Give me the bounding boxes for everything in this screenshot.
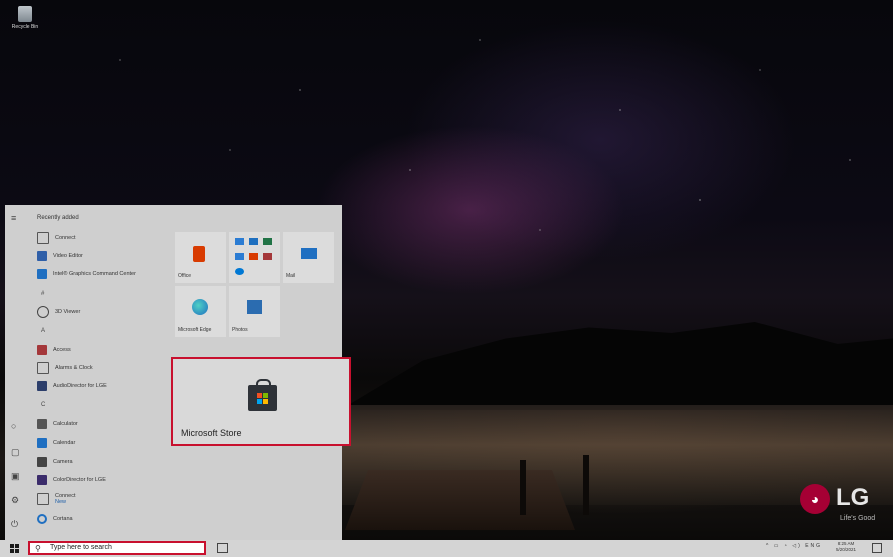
calculator-icon (37, 419, 47, 429)
app-item-calendar[interactable]: Calendar (37, 436, 75, 450)
recycle-bin-icon (18, 6, 32, 22)
tile-office[interactable]: Office (175, 232, 226, 283)
app-item-alarms-clock[interactable]: Alarms & Clock (37, 361, 93, 375)
taskbar: ⚲ Type here to search ^ ▭ ◔ ◁) ENG 8:25 … (0, 540, 893, 557)
recycle-bin-label: Recycle Bin (11, 24, 39, 30)
app-item-label: Video Editor (53, 253, 83, 259)
app-item-label: 3D Viewer (55, 309, 81, 315)
app-item-colordirector[interactable]: ColorDirector for LGE (37, 473, 106, 487)
taskbar-search-box[interactable]: ⚲ Type here to search (28, 541, 206, 555)
app-item-label: Camera (53, 459, 73, 465)
documents-icon[interactable]: ▢ (11, 447, 20, 458)
tile-microsoft-store[interactable]: Microsoft Store (171, 357, 351, 446)
section-letter-hash[interactable]: # (41, 291, 44, 297)
chevron-up-icon[interactable]: ^ (766, 543, 770, 549)
app-item-label: Alarms & Clock (55, 365, 93, 371)
app-item-calculator[interactable]: Calculator (37, 417, 78, 431)
start-menu-rail: ≡ ○ ▢ ▣ ⚙ ⏻ (5, 205, 27, 540)
app-item-intel-graphics[interactable]: Intel® Graphics Command Center (37, 267, 136, 281)
tile-photos[interactable]: Photos (229, 286, 280, 337)
app-item-label: Cortana (53, 516, 73, 522)
lg-logo: ◕ LG Life's Good (800, 482, 890, 527)
edge-icon (192, 299, 208, 315)
pier (345, 470, 575, 530)
volume-icon[interactable]: ◁) (792, 543, 802, 549)
tile-microsoft-edge[interactable]: Microsoft Edge (175, 286, 226, 337)
tile-label: Office (178, 273, 191, 279)
app-item-3d-viewer[interactable]: 3D Viewer (37, 305, 80, 319)
app-item-label: ColorDirector for LGE (53, 477, 106, 483)
settings-gear-icon[interactable]: ⚙ (11, 495, 19, 506)
audiodirector-icon (37, 381, 47, 391)
app-item-cortana[interactable]: Cortana (37, 512, 73, 526)
pictures-icon[interactable]: ▣ (11, 471, 20, 482)
3d-viewer-icon (37, 306, 49, 318)
task-view-icon[interactable] (217, 543, 228, 553)
office-apps-icon (235, 238, 275, 278)
connect-icon (37, 232, 49, 244)
app-item-connect[interactable]: Connect (37, 231, 76, 245)
clock-date: 5/20/2021 (836, 547, 857, 552)
colordirector-icon (37, 475, 47, 485)
language-indicator[interactable]: ENG (805, 543, 822, 549)
system-tray[interactable]: ^ ▭ ◔ ◁) ENG (766, 543, 822, 549)
tile-office-apps[interactable] (229, 232, 280, 283)
app-item-label: Calculator (53, 421, 78, 427)
screen: Recycle Bin ◕ LG Life's Good ≡ ○ ▢ ▣ ⚙ ⏻… (0, 0, 893, 557)
section-letter-c[interactable]: C (41, 402, 45, 408)
pier-post (520, 460, 526, 515)
lg-tagline: Life's Good (840, 515, 876, 522)
app-item-connect-new[interactable]: Connect New (37, 490, 76, 508)
app-item-label: AudioDirector for LGE (53, 383, 107, 389)
notification-icon[interactable] (872, 543, 882, 553)
clock[interactable]: 8:25 AM 5/20/2021 (836, 541, 856, 553)
power-icon[interactable]: ⏻ (11, 519, 18, 530)
office-icon (193, 246, 205, 262)
pier-post (583, 455, 589, 515)
app-item-label: Connect (55, 235, 76, 241)
app-item-label: Intel® Graphics Command Center (53, 271, 136, 277)
search-placeholder: Type here to search (50, 544, 112, 551)
app-item-audiodirector[interactable]: AudioDirector for LGE (37, 379, 107, 393)
start-button[interactable] (10, 544, 19, 553)
battery-icon[interactable]: ▭ (774, 543, 781, 549)
tile-label: Mail (286, 273, 296, 279)
app-list: Recently added Connect Video Editor Inte… (33, 205, 173, 540)
tile-label: Microsoft Edge (178, 327, 212, 333)
cortana-icon (37, 514, 47, 524)
store-bag-icon (248, 379, 277, 411)
calendar-icon (37, 438, 47, 448)
connect-icon (37, 493, 49, 505)
photos-icon (247, 300, 262, 314)
mail-icon (301, 248, 317, 259)
recycle-bin-shortcut[interactable]: Recycle Bin (8, 6, 42, 30)
new-badge: New (55, 499, 67, 505)
alarm-clock-icon (37, 362, 49, 374)
tile-label: Photos (232, 327, 248, 333)
lg-logo-icon: ◕ (800, 484, 830, 514)
app-item-camera[interactable]: Camera (37, 455, 73, 469)
hamburger-icon[interactable]: ≡ (11, 213, 16, 223)
access-icon (37, 345, 47, 355)
section-letter-a[interactable]: A (41, 328, 45, 334)
lg-logo-text: LG (836, 484, 870, 511)
tile-label: Microsoft Store (181, 428, 242, 438)
recently-added-header: Recently added (37, 215, 79, 221)
camera-icon (37, 457, 47, 467)
search-icon: ⚲ (35, 544, 41, 553)
app-item-access[interactable]: Access (37, 343, 71, 357)
app-item-video-editor[interactable]: Video Editor (37, 249, 83, 263)
tile-mail[interactable]: Mail (283, 232, 334, 283)
app-item-label: Calendar (53, 440, 76, 446)
app-item-label: Access (53, 347, 71, 353)
user-icon[interactable]: ○ (11, 421, 16, 431)
network-icon[interactable]: ◔ (784, 543, 789, 549)
intel-graphics-icon (37, 269, 47, 279)
video-editor-icon (37, 251, 47, 261)
